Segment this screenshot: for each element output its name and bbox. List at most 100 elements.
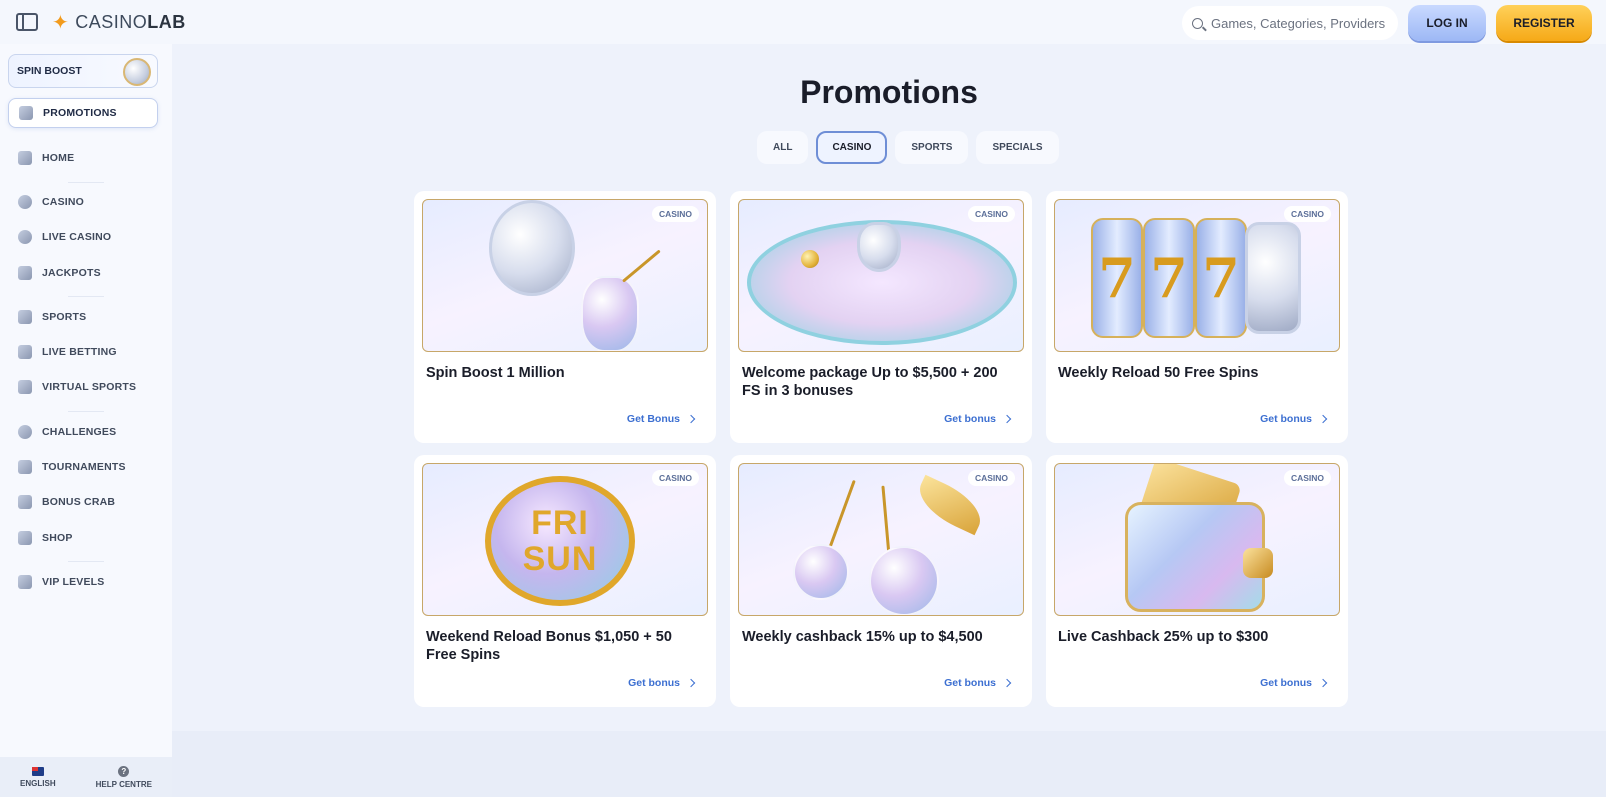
promo-art-slot-reels: 7 7 7 CASINO (1054, 199, 1340, 352)
drink-icon (581, 276, 639, 351)
sidebar-divider (68, 411, 104, 412)
sidebar-item-casino[interactable]: CASINO (8, 187, 158, 217)
roulette-ball-icon (801, 250, 819, 268)
chevron-right-icon (686, 414, 696, 424)
slot-reel: 7 (1195, 218, 1247, 338)
promo-title: Welcome package Up to $5,500 + 200 FS in… (742, 365, 998, 399)
search-placeholder: Games, Categories, Providers (1211, 15, 1386, 31)
sidebar-item-vip-levels[interactable]: VIP LEVELS (8, 567, 158, 597)
chevron-right-icon (1318, 414, 1328, 424)
filter-specials[interactable]: SPECIALS (976, 131, 1059, 164)
get-bonus-link[interactable]: Get bonus (944, 677, 1012, 689)
help-centre-link[interactable]: ? HELP CENTRE (96, 765, 152, 789)
cherry-stem-icon (881, 485, 891, 556)
promo-card-spin-boost[interactable]: CASINO Spin Boost 1 Million Get Bonus (414, 191, 716, 443)
chevron-right-icon (1318, 678, 1328, 688)
page-title: Promotions (800, 74, 978, 110)
sidebar-divider (68, 296, 104, 297)
flag-icon (31, 766, 44, 776)
sidebar-divider (68, 561, 104, 562)
sidebar-toggle-icon[interactable] (16, 13, 38, 31)
promo-title: Weekly cashback 15% up to $4,500 (742, 629, 983, 645)
challenges-icon (18, 425, 32, 439)
filter-sports[interactable]: SPORTS (895, 131, 969, 164)
promo-title: Spin Boost 1 Million (426, 365, 565, 381)
sparkle-icon: ✦ (52, 11, 70, 34)
home-icon (18, 151, 32, 165)
sidebar-item-shop[interactable]: SHOP (8, 523, 158, 553)
get-bonus-link[interactable]: Get bonus (1260, 677, 1328, 689)
chevron-right-icon (1002, 414, 1012, 424)
slot-machine-side-icon (1245, 222, 1301, 334)
promo-card-welcome-package[interactable]: CASINO Welcome package Up to $5,500 + 20… (730, 191, 1032, 443)
get-bonus-link[interactable]: Get Bonus (627, 413, 696, 425)
wallet-clasp-icon (1243, 548, 1273, 578)
sidebar-divider (68, 182, 104, 183)
spin-coin-icon (489, 200, 575, 296)
category-badge: CASINO (967, 470, 1015, 486)
sidebar-item-tournaments[interactable]: TOURNAMENTS (8, 452, 158, 482)
promo-art-fri-sun: FRI SUN CASINO (422, 463, 708, 616)
filter-casino[interactable]: CASINO (816, 131, 888, 164)
casinolab-logo[interactable]: ✦ CASINO LAB (52, 10, 186, 35)
category-badge: CASINO (1283, 470, 1331, 486)
chevron-right-icon (1002, 678, 1012, 688)
get-bonus-link[interactable]: Get bonus (628, 677, 696, 689)
category-badge: CASINO (651, 206, 699, 222)
bonus-crab-icon (18, 495, 32, 509)
promo-card-weekly-cashback[interactable]: CASINO Weekly cashback 15% up to $4,500 … (730, 455, 1032, 707)
roulette-turret-icon (857, 222, 901, 272)
get-bonus-link[interactable]: Get bonus (1260, 413, 1328, 425)
jackpot-icon (18, 266, 32, 280)
spin-boost-banner[interactable]: SPIN BOOST (8, 54, 158, 88)
page-footer-strip (172, 731, 1606, 797)
register-button[interactable]: REGISTER (1496, 5, 1592, 41)
cherry-icon (869, 546, 939, 615)
top-bar: ✦ CASINO LAB Games, Categories, Providers… (0, 0, 1606, 44)
cherry-icon (793, 544, 849, 600)
search-icon (1192, 17, 1203, 29)
sidebar-item-home[interactable]: HOME (8, 143, 158, 173)
promo-card-live-cashback[interactable]: CASINO Live Cashback 25% up to $300 Get … (1046, 455, 1348, 707)
chevron-right-icon (686, 678, 696, 688)
sidebar-item-live-betting[interactable]: LIVE BETTING (8, 337, 158, 367)
crown-icon (18, 575, 32, 589)
promotion-filters: ALL CASINO SPORTS SPECIALS (757, 131, 1059, 164)
category-badge: CASINO (967, 206, 1015, 222)
promo-art-coins: CASINO (422, 199, 708, 352)
help-icon: ? (118, 765, 130, 777)
shop-icon (18, 531, 32, 545)
spin-boost-label: SPIN BOOST (17, 65, 82, 77)
sidebar-item-bonus-crab[interactable]: BONUS CRAB (8, 487, 158, 517)
sidebar-item-promotions[interactable]: PROMOTIONS (8, 98, 158, 128)
sidebar-item-sports[interactable]: SPORTS (8, 302, 158, 332)
live-betting-icon (18, 345, 32, 359)
trophy-icon (18, 460, 32, 474)
promo-art-wallet: CASINO (1054, 463, 1340, 616)
search-input[interactable]: Games, Categories, Providers (1182, 6, 1398, 40)
promotions-grid: CASINO Spin Boost 1 Million Get Bonus CA… (414, 191, 1348, 707)
sidebar-footer: ENGLISH ? HELP CENTRE (0, 757, 172, 797)
coin-icon (123, 58, 151, 86)
login-button[interactable]: LOG IN (1408, 5, 1486, 41)
sports-icon (18, 310, 32, 324)
virtual-sports-icon (18, 380, 32, 394)
language-selector[interactable]: ENGLISH (20, 766, 56, 788)
promo-card-weekly-reload[interactable]: 7 7 7 CASINO Weekly Reload 50 Free Spins… (1046, 191, 1348, 443)
promo-card-weekend-reload[interactable]: FRI SUN CASINO Weekend Reload Bonus $1,0… (414, 455, 716, 707)
filter-all[interactable]: ALL (757, 131, 809, 164)
slot-reel: 7 (1143, 218, 1195, 338)
sidebar-item-virtual-sports[interactable]: VIRTUAL SPORTS (8, 372, 158, 402)
live-casino-icon (18, 230, 32, 244)
sidebar-item-challenges[interactable]: CHALLENGES (8, 417, 158, 447)
promo-art-cherries: CASINO (738, 463, 1024, 616)
get-bonus-link[interactable]: Get bonus (944, 413, 1012, 425)
sidebar-item-jackpots[interactable]: JACKPOTS (8, 258, 158, 288)
promo-title: Weekly Reload 50 Free Spins (1058, 365, 1259, 381)
promo-title: Weekend Reload Bonus $1,050 + 50 Free Sp… (426, 629, 672, 663)
fri-sun-medallion-icon: FRI SUN (485, 476, 635, 606)
sidebar-item-live-casino[interactable]: LIVE CASINO (8, 222, 158, 252)
promotions-icon (19, 106, 33, 120)
casino-chip-icon (18, 195, 32, 209)
category-badge: CASINO (1283, 206, 1331, 222)
